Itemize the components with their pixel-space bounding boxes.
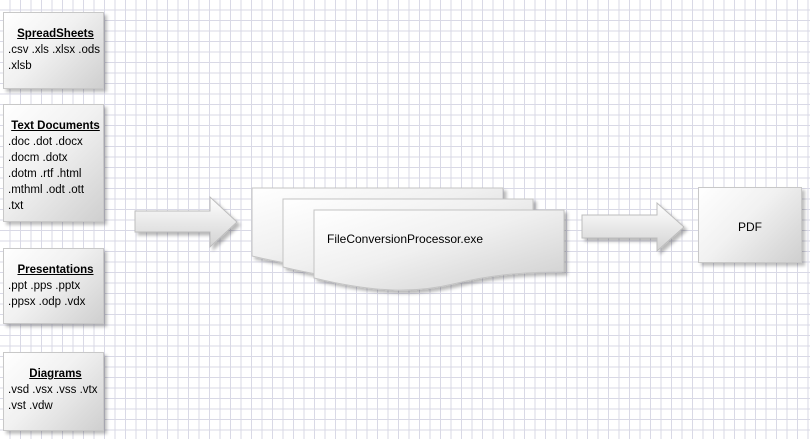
connector-layer: [134, 187, 685, 291]
input-box-diagrams: Diagrams .vsd .vsx .vss .vtx .vst .vdw: [3, 352, 104, 431]
input-box-spreadsheets: SpreadSheets .csv .xls .xlsx .ods .xlsb: [3, 12, 104, 89]
input-box-line: .docm .dotx: [8, 152, 68, 164]
input-box-text-documents: Text Documents .doc .dot .docx .docm .do…: [3, 104, 104, 222]
input-box-line: .dotm .rtf .html: [8, 168, 82, 180]
input-box-title: Diagrams: [29, 368, 82, 380]
output-box-pdf: PDF: [698, 187, 802, 263]
input-box-presentations: Presentations .ppt .pps .pptx .ppsx .odp…: [3, 248, 104, 324]
input-box-line: .ppt .pps .pptx: [8, 280, 81, 292]
diagram-canvas: SpreadSheets .csv .xls .xlsx .ods .xlsb …: [0, 0, 810, 439]
input-box-line: .xlsb: [8, 60, 32, 72]
input-box-line: .txt: [8, 200, 24, 212]
input-box-title: Presentations: [17, 264, 94, 276]
input-box-line: .mthml .odt .ott: [8, 184, 85, 196]
processor-doc-front: [313, 209, 565, 291]
output-label: PDF: [738, 220, 762, 234]
input-arrow: [134, 195, 238, 249]
input-box-line: .ppsx .odp .vdx: [8, 296, 86, 308]
input-box-line: .csv .xls .xlsx .ods: [8, 44, 101, 56]
output-arrow: [581, 201, 685, 253]
input-box-title: SpreadSheets: [17, 28, 94, 40]
input-box-line: .doc .dot .docx: [8, 136, 83, 148]
processor-label: FileConversionProcessor.exe: [327, 232, 484, 246]
input-box-title: Text Documents: [11, 120, 100, 132]
input-box-line: .vsd .vsx .vss .vtx: [8, 384, 98, 396]
input-box-line: .vst .vdw: [8, 400, 53, 412]
